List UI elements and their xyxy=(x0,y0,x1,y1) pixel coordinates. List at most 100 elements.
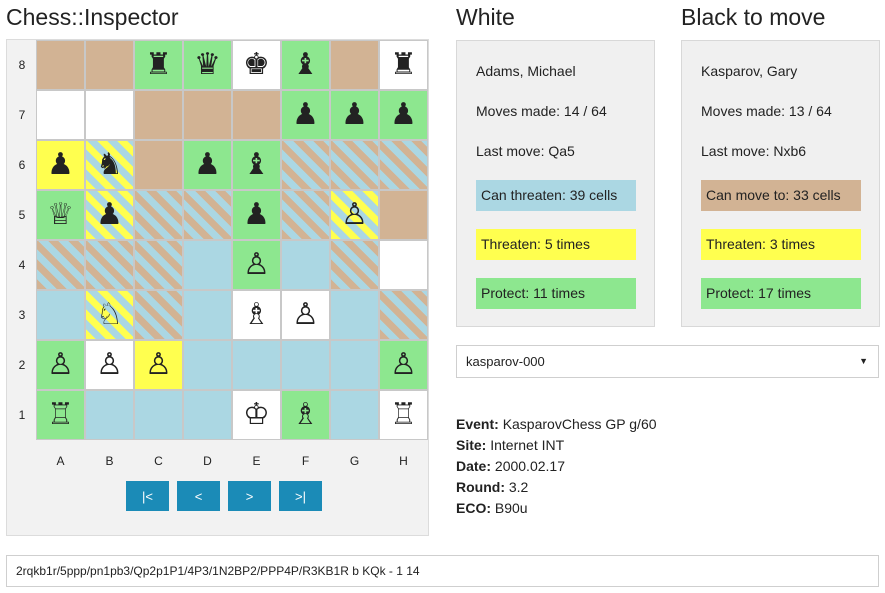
board-square-g4[interactable] xyxy=(330,240,379,290)
board-square-d6[interactable]: ♟ xyxy=(183,140,232,190)
chess-piece-icon[interactable]: ♟ xyxy=(194,150,221,180)
board-square-a2[interactable]: ♙ xyxy=(36,340,85,390)
chess-piece-icon[interactable]: ♙ xyxy=(145,350,172,380)
board-square-g2[interactable] xyxy=(330,340,379,390)
chess-piece-icon[interactable]: ♙ xyxy=(390,350,417,380)
chess-piece-icon[interactable]: ♔ xyxy=(243,400,270,430)
board-square-b4[interactable] xyxy=(85,240,134,290)
first-move-button[interactable]: |< xyxy=(126,481,169,511)
previous-move-button[interactable]: < xyxy=(177,481,220,511)
board-square-d2[interactable] xyxy=(183,340,232,390)
board-square-e7[interactable] xyxy=(232,90,281,140)
board-square-g8[interactable] xyxy=(330,40,379,90)
chess-piece-icon[interactable]: ♟ xyxy=(243,200,270,230)
chess-piece-icon[interactable]: ♙ xyxy=(243,250,270,280)
chess-piece-icon[interactable]: ♖ xyxy=(390,400,417,430)
board-square-h7[interactable]: ♟ xyxy=(379,90,428,140)
board-square-b8[interactable] xyxy=(85,40,134,90)
board-square-h4[interactable] xyxy=(379,240,428,290)
board-square-d8[interactable]: ♛ xyxy=(183,40,232,90)
board-square-h1[interactable]: ♖ xyxy=(379,390,428,440)
board-square-e8[interactable]: ♚ xyxy=(232,40,281,90)
chess-piece-icon[interactable]: ♝ xyxy=(292,50,319,80)
board-square-f2[interactable] xyxy=(281,340,330,390)
board-square-a7[interactable] xyxy=(36,90,85,140)
board-square-f5[interactable] xyxy=(281,190,330,240)
chess-piece-icon[interactable]: ♗ xyxy=(243,300,270,330)
board-square-b1[interactable] xyxy=(85,390,134,440)
board-square-a3[interactable] xyxy=(36,290,85,340)
board-square-b2[interactable]: ♙ xyxy=(85,340,134,390)
chess-piece-icon[interactable]: ♟ xyxy=(390,100,417,130)
chess-piece-icon[interactable]: ♞ xyxy=(96,150,123,180)
board-square-e3[interactable]: ♗ xyxy=(232,290,281,340)
board-square-c4[interactable] xyxy=(134,240,183,290)
board-square-e4[interactable]: ♙ xyxy=(232,240,281,290)
chess-piece-icon[interactable]: ♕ xyxy=(47,200,74,230)
board-square-c6[interactable] xyxy=(134,140,183,190)
board-square-a8[interactable] xyxy=(36,40,85,90)
board-square-f1[interactable]: ♗ xyxy=(281,390,330,440)
board-square-b7[interactable] xyxy=(85,90,134,140)
board-square-c1[interactable] xyxy=(134,390,183,440)
chess-piece-icon[interactable]: ♟ xyxy=(341,100,368,130)
last-move-button[interactable]: >| xyxy=(279,481,322,511)
file-label: H xyxy=(399,454,408,468)
board-square-h5[interactable] xyxy=(379,190,428,240)
chess-piece-icon[interactable]: ♙ xyxy=(96,350,123,380)
chess-piece-icon[interactable]: ♗ xyxy=(292,400,319,430)
board-square-e5[interactable]: ♟ xyxy=(232,190,281,240)
board-square-c5[interactable] xyxy=(134,190,183,240)
board-square-g3[interactable] xyxy=(330,290,379,340)
board-square-g1[interactable] xyxy=(330,390,379,440)
board-square-g5[interactable]: ♙ xyxy=(330,190,379,240)
board-square-c2[interactable]: ♙ xyxy=(134,340,183,390)
board-square-a4[interactable] xyxy=(36,240,85,290)
meta-eco: ECO: B90u xyxy=(456,498,528,519)
board-square-d1[interactable] xyxy=(183,390,232,440)
board-square-d3[interactable] xyxy=(183,290,232,340)
chess-piece-icon[interactable]: ♛ xyxy=(194,50,221,80)
board-square-b5[interactable]: ♟ xyxy=(85,190,134,240)
board-square-f4[interactable] xyxy=(281,240,330,290)
board-square-a5[interactable]: ♕ xyxy=(36,190,85,240)
board-square-e6[interactable]: ♝ xyxy=(232,140,281,190)
board-square-h3[interactable] xyxy=(379,290,428,340)
board-square-d7[interactable] xyxy=(183,90,232,140)
chess-piece-icon[interactable]: ♟ xyxy=(96,200,123,230)
fen-input[interactable]: 2rqkb1r/5ppp/pn1pb3/Qp2p1P1/4P3/1N2BP2/P… xyxy=(6,555,879,587)
board-square-c8[interactable]: ♜ xyxy=(134,40,183,90)
board-square-d5[interactable] xyxy=(183,190,232,240)
chess-piece-icon[interactable]: ♖ xyxy=(47,400,74,430)
board-square-e2[interactable] xyxy=(232,340,281,390)
board-square-f3[interactable]: ♙ xyxy=(281,290,330,340)
board-square-f7[interactable]: ♟ xyxy=(281,90,330,140)
chess-piece-icon[interactable]: ♜ xyxy=(145,50,172,80)
board-square-f8[interactable]: ♝ xyxy=(281,40,330,90)
board-square-g7[interactable]: ♟ xyxy=(330,90,379,140)
chess-piece-icon[interactable]: ♘ xyxy=(96,300,123,330)
board-square-a1[interactable]: ♖ xyxy=(36,390,85,440)
game-select[interactable]: kasparov-000 ▼ xyxy=(456,345,879,378)
chess-piece-icon[interactable]: ♟ xyxy=(292,100,319,130)
board-square-c3[interactable] xyxy=(134,290,183,340)
board-square-e1[interactable]: ♔ xyxy=(232,390,281,440)
chess-piece-icon[interactable]: ♙ xyxy=(47,350,74,380)
chess-piece-icon[interactable]: ♝ xyxy=(243,150,270,180)
board-square-g6[interactable] xyxy=(330,140,379,190)
board-square-h8[interactable]: ♜ xyxy=(379,40,428,90)
chess-piece-icon[interactable]: ♙ xyxy=(292,300,319,330)
next-move-button[interactable]: > xyxy=(228,481,271,511)
board-square-h6[interactable] xyxy=(379,140,428,190)
board-square-a6[interactable]: ♟ xyxy=(36,140,85,190)
chess-piece-icon[interactable]: ♟ xyxy=(47,150,74,180)
board-square-h2[interactable]: ♙ xyxy=(379,340,428,390)
chess-piece-icon[interactable]: ♜ xyxy=(390,50,417,80)
board-square-d4[interactable] xyxy=(183,240,232,290)
board-square-f6[interactable] xyxy=(281,140,330,190)
board-square-b6[interactable]: ♞ xyxy=(85,140,134,190)
board-square-c7[interactable] xyxy=(134,90,183,140)
board-square-b3[interactable]: ♘ xyxy=(85,290,134,340)
chess-piece-icon[interactable]: ♚ xyxy=(243,50,270,80)
chess-piece-icon[interactable]: ♙ xyxy=(341,200,368,230)
